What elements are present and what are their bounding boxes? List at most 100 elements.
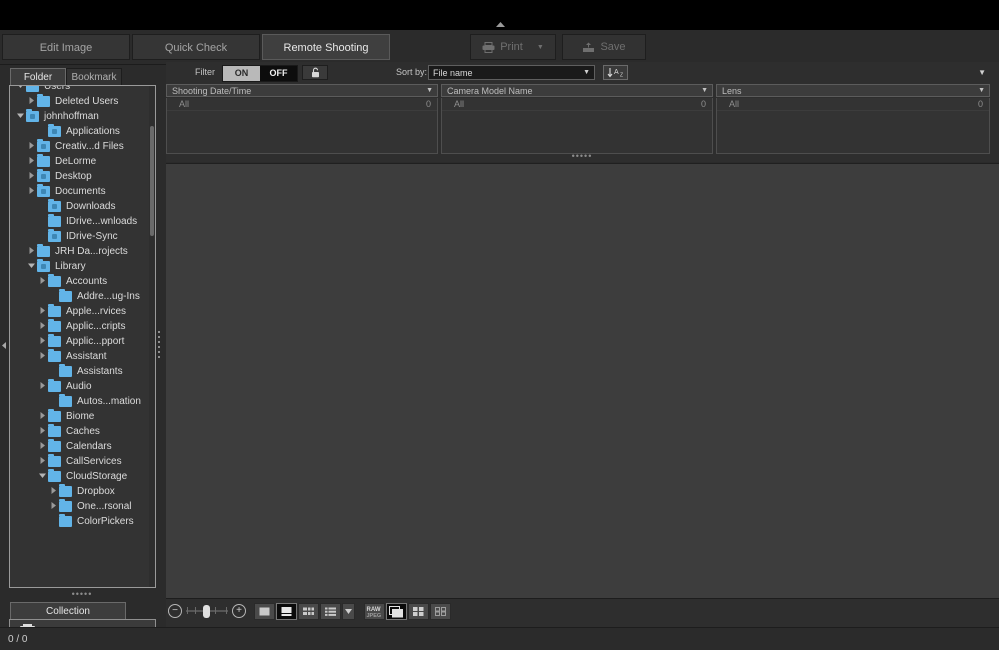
folder-tree-scrollbar[interactable] — [149, 86, 155, 587]
tab-bookmark[interactable]: Bookmark — [66, 68, 122, 86]
tree-item-assistants[interactable]: Assistants — [10, 364, 155, 379]
collapse-left-panel-button[interactable] — [0, 65, 8, 625]
list-item[interactable]: All 0 — [442, 98, 712, 111]
tree-item-callservices[interactable]: CallServices — [10, 454, 155, 469]
filter-column-header[interactable]: Shooting Date/Time ▼ — [166, 84, 438, 97]
tab-folder[interactable]: Folder — [10, 68, 66, 86]
sort-by-select[interactable]: File name ▼ — [428, 65, 595, 80]
tree-item-delorme[interactable]: DeLorme — [10, 154, 155, 169]
chevron-right-icon[interactable] — [36, 277, 48, 286]
single-image-display-button[interactable] — [386, 603, 407, 620]
chevron-right-icon[interactable] — [25, 172, 37, 181]
thumbnail-only-view-button[interactable] — [254, 603, 275, 620]
chevron-right-icon[interactable] — [36, 322, 48, 331]
chevron-right-icon[interactable] — [47, 502, 59, 511]
tab-remote-shooting[interactable]: Remote Shooting — [262, 34, 390, 60]
filter-lock-button[interactable] — [302, 65, 328, 80]
tree-item-users[interactable]: Users — [10, 86, 155, 94]
chevron-right-icon[interactable] — [36, 352, 48, 361]
folder-tree-scroll-thumb[interactable] — [150, 126, 154, 236]
chevron-down-icon[interactable]: ▼ — [978, 87, 985, 94]
filter-toggle[interactable]: ON OFF — [222, 65, 298, 82]
chevron-right-icon[interactable] — [25, 157, 37, 166]
filter-off-button[interactable]: OFF — [260, 66, 297, 81]
chevron-down-icon[interactable]: ▼ — [701, 87, 708, 94]
filter-column-body[interactable]: All 0 — [716, 98, 990, 154]
filter-panel-resize-handle[interactable]: ••••• — [564, 152, 600, 161]
folder-tree[interactable]: Users Deleted Users johnhoffman Application… — [9, 85, 156, 588]
collapse-chevron-icon[interactable] — [494, 22, 506, 30]
tree-item-library[interactable]: Library — [10, 259, 155, 274]
image-thumbnail-area[interactable] — [166, 163, 999, 598]
chevron-right-icon[interactable] — [36, 412, 48, 421]
tree-item-applic-cripts[interactable]: Applic...cripts — [10, 319, 155, 334]
tree-item-caches[interactable]: Caches — [10, 424, 155, 439]
four-up-display-button[interactable] — [430, 603, 451, 620]
tree-item-addre-ug-ins[interactable]: Addre...ug-Ins — [10, 289, 155, 304]
raw-jpeg-filter-button[interactable]: RAW JPEG — [364, 603, 385, 620]
tree-item-autos-mation[interactable]: Autos...mation — [10, 394, 155, 409]
chevron-right-icon[interactable] — [25, 142, 37, 151]
filter-column-body[interactable]: All 0 — [166, 98, 438, 154]
tree-item-desktop[interactable]: Desktop — [10, 169, 155, 184]
sort-direction-button[interactable]: A Z — [603, 65, 628, 80]
tree-item-audio[interactable]: Audio — [10, 379, 155, 394]
tree-item-dropbox[interactable]: Dropbox — [10, 484, 155, 499]
two-up-display-button[interactable] — [408, 603, 429, 620]
list-item[interactable]: All 0 — [717, 98, 989, 111]
chevron-down-icon[interactable] — [14, 86, 26, 90]
print-dropdown-caret-icon[interactable]: ▼ — [537, 44, 544, 51]
chevron-right-icon[interactable] — [25, 97, 37, 106]
view-options-dropdown-button[interactable] — [342, 603, 355, 620]
slider-thumb[interactable] — [203, 605, 210, 618]
chevron-down-icon[interactable]: ▼ — [426, 87, 433, 94]
tab-collection[interactable]: Collection — [10, 602, 126, 620]
tree-item-biome[interactable]: Biome — [10, 409, 155, 424]
filter-column-header[interactable]: Camera Model Name ▼ — [441, 84, 713, 97]
slider-track[interactable] — [186, 604, 228, 618]
tree-item-applications[interactable]: Applications — [10, 124, 155, 139]
tree-item-idrive-wnloads[interactable]: IDrive...wnloads — [10, 214, 155, 229]
tree-item-downloads[interactable]: Downloads — [10, 199, 155, 214]
filter-column-body[interactable]: All 0 — [441, 98, 713, 154]
tree-item-one-rsonal[interactable]: One...rsonal — [10, 499, 155, 514]
tree-item-cloudstorage[interactable]: CloudStorage — [10, 469, 155, 484]
print-button[interactable]: Print ▼ — [470, 34, 556, 60]
chevron-right-icon[interactable] — [36, 442, 48, 451]
save-button[interactable]: Save — [562, 34, 646, 60]
chevron-right-icon[interactable] — [36, 307, 48, 316]
chevron-right-icon[interactable] — [36, 457, 48, 466]
tree-item-creativ-d-files[interactable]: Creativ...d Files — [10, 139, 155, 154]
tree-item-accounts[interactable]: Accounts — [10, 274, 155, 289]
panel-splitter-handle[interactable] — [157, 330, 162, 360]
tree-item-johnhoffman[interactable]: johnhoffman — [10, 109, 155, 124]
tree-item-jrh-da-rojects[interactable]: JRH Da...rojects — [10, 244, 155, 259]
chevron-right-icon[interactable] — [25, 187, 37, 196]
chevron-down-icon[interactable] — [25, 263, 37, 270]
tab-quick-check[interactable]: Quick Check — [132, 34, 260, 60]
tab-edit-image[interactable]: Edit Image — [2, 34, 130, 60]
chevron-right-icon[interactable] — [47, 487, 59, 496]
filter-panel-toggle-caret-icon[interactable]: ▼ — [978, 68, 986, 77]
thumbnail-size-slider[interactable]: − + — [168, 604, 246, 618]
tree-item-idrive-sync[interactable]: IDrive-Sync — [10, 229, 155, 244]
left-panel-resize-handle[interactable]: ••••• — [64, 590, 100, 599]
chevron-right-icon[interactable] — [36, 427, 48, 436]
tree-item-applic-pport[interactable]: Applic...pport — [10, 334, 155, 349]
list-item[interactable]: All 0 — [167, 98, 437, 111]
list-view-button[interactable] — [320, 603, 341, 620]
tree-item-assistant[interactable]: Assistant — [10, 349, 155, 364]
zoom-out-icon[interactable]: − — [168, 604, 182, 618]
tree-item-deleted-users[interactable]: Deleted Users — [10, 94, 155, 109]
chevron-down-icon[interactable] — [36, 473, 48, 480]
tree-item-documents[interactable]: Documents — [10, 184, 155, 199]
chevron-right-icon[interactable] — [36, 382, 48, 391]
thumbnail-with-info-view-button[interactable] — [276, 603, 297, 620]
chevron-right-icon[interactable] — [36, 337, 48, 346]
tree-item-calendars[interactable]: Calendars — [10, 439, 155, 454]
multi-thumbnail-view-button[interactable] — [298, 603, 319, 620]
tree-item-apple-rvices[interactable]: Apple...rvices — [10, 304, 155, 319]
chevron-down-icon[interactable] — [14, 113, 26, 120]
zoom-in-icon[interactable]: + — [232, 604, 246, 618]
chevron-right-icon[interactable] — [25, 247, 37, 256]
